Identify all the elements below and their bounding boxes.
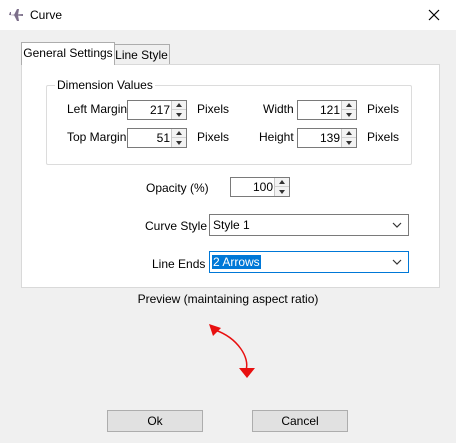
cancel-button[interactable]: Cancel — [252, 410, 348, 432]
ok-button[interactable]: Ok — [107, 410, 203, 432]
up-arrow-icon — [346, 103, 352, 107]
decrement-button[interactable] — [342, 138, 356, 147]
increment-button[interactable] — [342, 101, 356, 110]
down-arrow-icon — [176, 140, 182, 145]
height-label: Height — [259, 130, 294, 144]
close-icon — [428, 9, 440, 21]
top-margin-stepper[interactable]: 51 — [127, 128, 187, 148]
tab-line-style[interactable]: Line Style — [113, 44, 170, 65]
opacity-stepper[interactable]: 100 — [230, 177, 290, 197]
up-arrow-icon — [279, 180, 285, 184]
height-stepper[interactable]: 139 — [297, 128, 357, 148]
decrement-button[interactable] — [342, 110, 356, 119]
increment-button[interactable] — [275, 178, 289, 187]
chevron-down-icon — [392, 222, 402, 228]
increment-button[interactable] — [342, 129, 356, 138]
left-margin-stepper[interactable]: 217 — [127, 100, 187, 120]
preview-label: Preview (maintaining aspect ratio) — [137, 292, 319, 306]
width-unit: Pixels — [367, 102, 400, 116]
opacity-value: 100 — [252, 180, 273, 194]
group-legend: Dimension Values — [55, 78, 155, 92]
chevron-down-icon — [392, 259, 402, 265]
tab-panel: Dimension Values Left Margin 217 Pixels … — [21, 64, 440, 288]
up-arrow-icon — [176, 131, 182, 135]
width-value: 121 — [319, 103, 340, 117]
window-title: Curve — [30, 8, 63, 22]
top-margin-unit: Pixels — [197, 130, 230, 144]
airplane-icon — [9, 9, 23, 21]
down-arrow-icon — [346, 140, 352, 145]
width-label: Width — [263, 102, 294, 116]
line-ends-select[interactable]: 2 Arrows — [209, 251, 409, 273]
line-ends-label: Line Ends — [152, 257, 206, 271]
opacity-label: Opacity (%) — [146, 181, 209, 195]
line-ends-value: 2 Arrows — [212, 255, 261, 269]
top-margin-label: Top Margin — [67, 130, 127, 144]
increment-button[interactable] — [172, 129, 186, 138]
left-margin-unit: Pixels — [197, 102, 230, 116]
width-stepper[interactable]: 121 — [297, 100, 357, 120]
increment-button[interactable] — [172, 101, 186, 110]
decrement-button[interactable] — [275, 187, 289, 196]
dimension-groupbox: Dimension Values Left Margin 217 Pixels … — [46, 78, 412, 165]
down-arrow-icon — [346, 112, 352, 117]
top-margin-value: 51 — [156, 131, 170, 145]
height-unit: Pixels — [367, 130, 400, 144]
left-margin-label: Left Margin — [67, 102, 128, 116]
decrement-button[interactable] — [172, 138, 186, 147]
curve-style-label: Curve Style — [145, 219, 208, 233]
tab-general-settings[interactable]: General Settings — [21, 42, 115, 65]
up-arrow-icon — [346, 131, 352, 135]
decrement-button[interactable] — [172, 110, 186, 119]
title-bar: Curve — [0, 0, 456, 30]
curve-style-select[interactable]: Style 1 — [209, 214, 409, 236]
left-margin-value: 217 — [149, 103, 170, 117]
up-arrow-icon — [176, 103, 182, 107]
down-arrow-icon — [176, 112, 182, 117]
curve-preview-image — [209, 324, 255, 378]
down-arrow-icon — [279, 189, 285, 194]
curve-style-value: Style 1 — [213, 218, 250, 232]
close-button[interactable] — [412, 0, 456, 30]
height-value: 139 — [319, 131, 340, 145]
